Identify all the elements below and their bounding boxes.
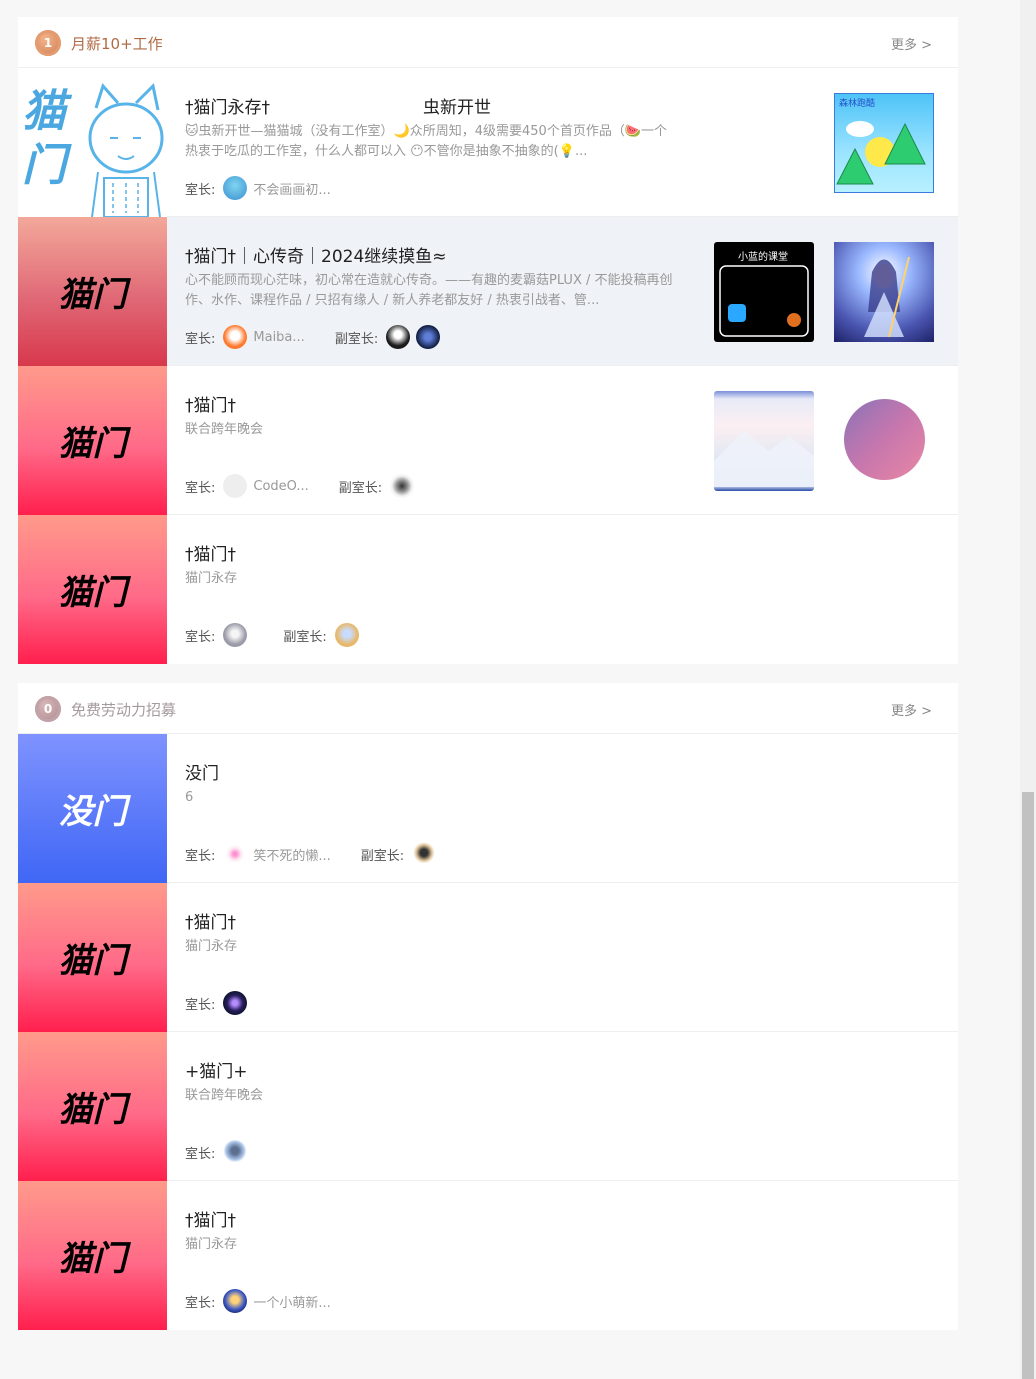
work-thumbnail[interactable]	[834, 391, 934, 491]
section-free-labor: 0 免费劳动力招募 更多 > 没门 没门 6 室长: 笑不死的懒... 副室长:…	[18, 683, 958, 1330]
avatar[interactable]	[334, 623, 359, 647]
leaders: 室长: Maiba... 副室长:	[185, 325, 446, 349]
studio-row[interactable]: 猫门 †猫门† 联合跨年晚会 室长: CodeO... 副室长:	[18, 366, 958, 515]
avatar[interactable]	[223, 176, 248, 200]
studio-cover: 没门	[18, 734, 167, 883]
studio-description: 🐱虫新开世—猫猫城（没有工作室）🌙众所周知，4级需要450个首页作品（🍉一个热衷…	[185, 124, 668, 159]
vice-leader-label: 副室长:	[283, 629, 327, 645]
avatar[interactable]	[223, 1140, 248, 1164]
classroom-thumbnail-icon: 小蓝的课堂	[719, 250, 809, 337]
studio-description: 猫门永存	[185, 939, 238, 954]
leader-name[interactable]: Maiba...	[253, 330, 304, 345]
leader-name[interactable]: 不会画画初...	[253, 179, 330, 198]
scrollbar-thumb[interactable]	[1022, 792, 1034, 1379]
leaders: 室长:	[185, 991, 253, 1015]
studio-row[interactable]: 猫门 †猫门†｜心传奇｜2024继续摸鱼≈ 心不能顾而现心茫味，初心常在造就心传…	[18, 217, 958, 366]
section-title: 月薪10+工作	[71, 35, 163, 53]
studio-row[interactable]: 没门 没门 6 室长: 笑不死的懒... 副室长:	[18, 734, 958, 883]
studio-title[interactable]: †猫门永存†	[185, 93, 270, 118]
studio-cover: 猫门	[18, 515, 167, 664]
avatar[interactable]	[416, 325, 441, 349]
avatar[interactable]	[223, 325, 248, 349]
studio-title-secondary: 虫新开世	[423, 98, 491, 118]
leader-label: 室长:	[185, 331, 216, 347]
studio-cover-drawing: 猫 门	[18, 68, 167, 217]
more-link[interactable]: 更多 >	[891, 34, 932, 53]
work-thumbnail[interactable]	[834, 242, 934, 342]
vice-leader-label: 副室长:	[338, 480, 383, 496]
more-link[interactable]: 更多 >	[891, 700, 932, 719]
svg-text:小蓝的课堂: 小蓝的课堂	[738, 250, 788, 263]
studio-row[interactable]: 猫门 †猫门† 猫门永存 室长: 副室长:	[18, 515, 958, 664]
studio-cover: 猫门	[18, 1032, 167, 1181]
studio-description: 联合跨年晚会	[185, 1088, 264, 1103]
work-thumbnail[interactable]: 小蓝的课堂	[714, 242, 814, 342]
leaders: 室长: 副室长:	[185, 623, 365, 647]
avatar[interactable]	[223, 842, 248, 866]
avatar[interactable]	[390, 474, 415, 498]
studio-title[interactable]: †猫门†	[185, 1206, 236, 1231]
studio-title[interactable]: †猫门†	[185, 540, 236, 565]
studio-row[interactable]: 猫门 †猫门† 猫门永存 室长: 一个小萌新...	[18, 1181, 958, 1330]
studio-cover: 猫门	[18, 366, 167, 515]
svg-text:森林跑酷: 森林跑酷	[839, 97, 875, 109]
studio-cover: 猫门	[18, 1181, 167, 1330]
leaders: 室长: 一个小萌新...	[185, 1289, 361, 1313]
scrollbar-track[interactable]	[1020, 0, 1036, 1379]
studio-cover: 猫门	[18, 217, 167, 366]
medal-icon: 1	[35, 30, 61, 56]
forest-run-icon: 森林跑酷	[836, 97, 926, 185]
leader-label: 室长:	[185, 1146, 216, 1162]
work-thumbnail[interactable]: 森林跑酷	[834, 93, 934, 193]
leaders: 室长: 笑不死的懒... 副室长:	[185, 842, 442, 866]
medal-icon: 0	[35, 696, 61, 722]
snow-mountain-icon	[714, 431, 814, 487]
character-art-icon	[864, 256, 910, 338]
section-title: 免费劳动力招募	[71, 701, 177, 719]
studio-description: 6	[185, 790, 194, 805]
leader-name[interactable]: 笑不死的懒...	[253, 845, 330, 864]
leader-label: 室长:	[185, 1295, 216, 1311]
studio-description: 心不能顾而现心茫味，初心常在造就心传奇。——有趣的麦霸菇PLUX / 不能投稿再…	[185, 273, 673, 308]
cat-drawing-icon: 猫 门	[22, 82, 164, 217]
leader-label: 室长:	[185, 848, 216, 864]
work-thumbnail[interactable]	[714, 391, 814, 491]
avatar[interactable]	[223, 991, 248, 1015]
avatar[interactable]	[223, 474, 248, 498]
gradient-circle-icon	[844, 399, 925, 480]
svg-text:门: 门	[22, 140, 72, 191]
studio-description: 猫门永存	[185, 571, 238, 586]
studio-title[interactable]: †猫门†	[185, 908, 236, 933]
leaders: 室长:	[185, 1140, 253, 1164]
avatar[interactable]	[223, 1289, 248, 1313]
studio-description: 联合跨年晚会	[185, 422, 264, 437]
svg-text:猫: 猫	[22, 86, 73, 137]
studio-title[interactable]: 没门	[185, 759, 219, 784]
section-monthly-salary: 1 月薪10+工作 更多 > 猫 门 †猫门永存† 虫新开世 🐱虫新开世—猫猫城…	[18, 17, 958, 664]
vice-leader-label: 副室长:	[334, 331, 379, 347]
leader-label: 室长:	[185, 997, 216, 1013]
leader-label: 室长:	[185, 182, 216, 198]
leader-name[interactable]: CodeO...	[253, 479, 308, 494]
leader-label: 室长:	[185, 629, 216, 645]
studio-title[interactable]: +猫门+	[185, 1057, 248, 1082]
section-header: 1 月薪10+工作 更多 >	[18, 17, 958, 68]
studio-description: 猫门永存	[185, 1237, 238, 1252]
avatar[interactable]	[412, 842, 437, 866]
avatar[interactable]	[223, 623, 248, 647]
studio-title[interactable]: †猫门†	[185, 391, 236, 416]
studio-cover: 猫门	[18, 883, 167, 1032]
studio-title[interactable]: †猫门†｜心传奇｜2024继续摸鱼≈	[185, 242, 447, 267]
studio-row[interactable]: 猫 门 †猫门永存† 虫新开世 🐱虫新开世—猫猫城（没有工作室）🌙众所周知，4级…	[18, 68, 958, 217]
vice-leader-label: 副室长:	[360, 848, 405, 864]
studio-row[interactable]: 猫门 †猫门† 猫门永存 室长:	[18, 883, 958, 1032]
studio-row[interactable]: 猫门 +猫门+ 联合跨年晚会 室长:	[18, 1032, 958, 1181]
leaders: 室长: CodeO... 副室长:	[185, 474, 420, 498]
avatar[interactable]	[386, 325, 411, 349]
leaders: 室长: 不会画画初...	[185, 176, 361, 200]
leader-label: 室长:	[185, 480, 216, 496]
leader-name[interactable]: 一个小萌新...	[253, 1292, 330, 1311]
section-header: 0 免费劳动力招募 更多 >	[18, 683, 958, 734]
